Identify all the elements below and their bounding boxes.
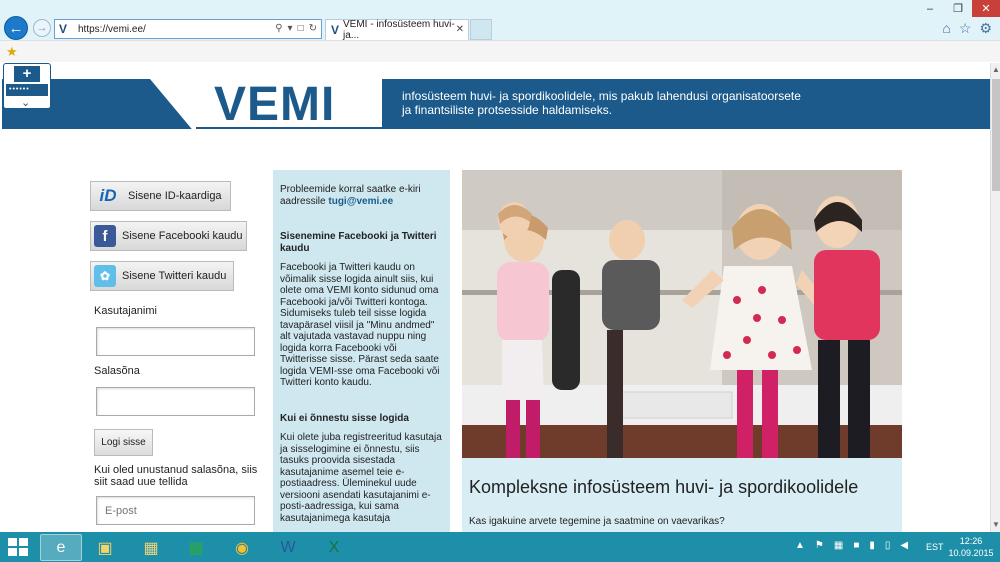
tab-title: VEMI - infosüsteem huvi- ja...: [343, 19, 455, 41]
favorites-star-icon[interactable]: ☆: [959, 20, 972, 37]
intro-subtitle: Kas igakuine arvete tegemine ja saatmine…: [469, 516, 725, 527]
id-card-icon: iD: [99, 186, 117, 205]
address-bar[interactable]: V https://vemi.ee/ ⚲ ▾ □ ↻: [54, 19, 322, 39]
tab-favicon-icon: V: [331, 23, 340, 37]
intro-title: Kompleksne infosüsteem huvi- ja spordiko…: [469, 477, 859, 497]
tagline-line-1: infosüsteem huvi- ja spordikoolidele, mi…: [402, 89, 801, 103]
web-page: VEMI infosüsteem huvi- ja spordikoolidel…: [0, 63, 990, 532]
tab-vemi[interactable]: V VEMI - infosüsteem huvi- ja... ✕: [325, 19, 469, 41]
favorites-bar: ★: [0, 40, 1000, 62]
app-tray-icon[interactable]: ■: [853, 540, 859, 551]
maximize-button[interactable]: ❐: [945, 0, 971, 17]
support-email-link[interactable]: tugi@vemi.ee: [328, 196, 393, 207]
vertical-scrollbar[interactable]: ▲ ▼: [990, 63, 1000, 532]
forward-button[interactable]: →: [33, 19, 51, 37]
signal-icon[interactable]: ▮: [869, 540, 875, 551]
social-login-heading: Sisenemine Facebooki ja Twitteri kaudu: [280, 231, 437, 254]
twitter-login-button[interactable]: ✿ Sisene Twitteri kaudu: [90, 261, 234, 291]
facebook-login-button[interactable]: f Sisene Facebooki kaudu: [90, 221, 247, 251]
store-icon[interactable]: ▩: [175, 534, 217, 561]
minimize-button[interactable]: –: [917, 0, 943, 17]
intro-box: Kompleksne infosüsteem huvi- ja spordiko…: [462, 458, 902, 532]
id-card-login-button[interactable]: iD Sisene ID-kaardiga: [90, 181, 231, 211]
site-logo[interactable]: VEMI: [214, 77, 335, 132]
scroll-up-icon[interactable]: ▲: [991, 65, 1000, 75]
login-problems-heading: Kui ei õnnestu sisse logida: [280, 412, 409, 424]
chevron-down-icon: ⌄: [21, 97, 31, 109]
password-label: Salasõna: [94, 365, 140, 377]
show-hidden-icons-icon[interactable]: ▲: [795, 540, 805, 551]
internet-explorer-icon[interactable]: e: [40, 534, 82, 561]
clock[interactable]: 12:26 10.09.2015: [948, 535, 994, 559]
clock-time: 12:26: [959, 536, 983, 546]
address-tools: ⚲ ▾ □ ↻: [275, 23, 317, 34]
volume-icon[interactable]: ◀: [900, 540, 908, 551]
header-tagline: infosüsteem huvi- ja spordikoolidele, mi…: [402, 89, 842, 117]
email-input[interactable]: [96, 496, 255, 525]
battery-icon[interactable]: ▯: [885, 540, 891, 551]
login-problems-text: Kui olete juba registreeritud kasutaja j…: [280, 432, 442, 524]
word-icon[interactable]: W: [267, 534, 309, 561]
support-paragraph: Probleemide korral saatke e-kiri aadress…: [280, 184, 443, 207]
forgot-password-text: Kui oled unustanud salasõna, siis siit s…: [94, 464, 258, 488]
plus-icon: +: [14, 66, 40, 82]
close-tab-icon[interactable]: ✕: [456, 24, 464, 35]
info-panel: Probleemide korral saatke e-kiri aadress…: [273, 170, 450, 532]
hero-photo: [462, 170, 902, 458]
browser-chrome: ← → V https://vemi.ee/ ⚲ ▾ □ ↻ V VEMI - …: [0, 0, 1000, 62]
username-input[interactable]: [96, 327, 255, 356]
password-input[interactable]: [96, 387, 255, 416]
username-label: Kasutajanimi: [94, 305, 157, 317]
lock-icon[interactable]: □: [298, 23, 304, 34]
input-language[interactable]: EST: [926, 542, 944, 552]
file-explorer-folder-icon[interactable]: ▣: [84, 534, 126, 561]
arrow-right-icon: →: [36, 22, 48, 34]
back-button[interactable]: ←: [4, 16, 28, 40]
browser-tools: ⌂ ☆ ⚙: [942, 20, 992, 37]
network-icon[interactable]: ▦: [834, 540, 843, 551]
id-card-login-label: Sisene ID-kaardiga: [128, 190, 222, 202]
system-tray: ▲ ⚑ ▦ ■ ▮ ▯ ◀: [795, 540, 908, 551]
twitter-icon: ✿: [94, 265, 116, 287]
excel-icon[interactable]: X: [313, 534, 355, 561]
clock-date: 10.09.2015: [948, 548, 994, 558]
search-icon[interactable]: ⚲: [275, 23, 282, 34]
address-url[interactable]: https://vemi.ee/: [78, 24, 146, 35]
vemi-badge-icon[interactable]: + •••••• ⌄: [3, 63, 51, 109]
site-favicon-icon: V: [59, 21, 68, 36]
login-button[interactable]: Logi sisse: [94, 429, 153, 456]
logo-underline: [196, 127, 382, 129]
arrow-left-icon: ←: [8, 19, 24, 37]
new-tab-button[interactable]: [470, 19, 492, 40]
flag-icon[interactable]: ⚑: [815, 540, 824, 551]
add-favorite-icon[interactable]: ★: [6, 44, 18, 60]
windows-start-icon[interactable]: [8, 538, 28, 556]
taskbar: e ▣ ▦ ▩ ◉ W X ▲ ⚑ ▦ ■ ▮ ▯ ◀ EST 12:26 10…: [0, 532, 1000, 562]
facebook-icon: f: [94, 225, 116, 247]
chrome-icon[interactable]: ◉: [221, 534, 263, 561]
settings-gear-icon[interactable]: ⚙: [979, 20, 992, 37]
home-icon[interactable]: ⌂: [942, 20, 950, 37]
children-dance-photo: [462, 170, 902, 458]
badge-bar: ••••••: [6, 84, 48, 96]
scroll-down-icon[interactable]: ▼: [991, 520, 1000, 530]
folder-icon[interactable]: ▦: [130, 534, 172, 561]
facebook-login-label: Sisene Facebooki kaudu: [122, 230, 243, 242]
twitter-login-label: Sisene Twitteri kaudu: [122, 270, 227, 282]
refresh-icon[interactable]: ↻: [309, 23, 317, 34]
social-login-text: Facebooki ja Twitteri kaudu on võimalik …: [280, 262, 440, 388]
scroll-thumb[interactable]: [992, 79, 1000, 191]
tagline-line-2: ja finantsiliste protsesside haldamiseks…: [402, 103, 613, 117]
close-window-button[interactable]: ✕: [972, 0, 1000, 17]
dropdown-icon[interactable]: ▾: [288, 23, 293, 34]
